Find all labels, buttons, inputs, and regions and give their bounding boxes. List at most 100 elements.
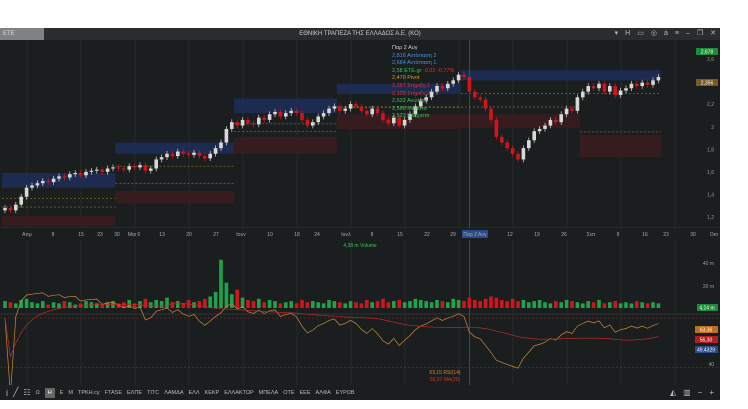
toolbar-symbol[interactable]: Μ (68, 390, 73, 396)
candle-body (321, 113, 326, 117)
candle-body (95, 169, 99, 171)
zoom-out-icon[interactable]: − (698, 388, 703, 397)
volume-bar (176, 301, 180, 308)
rsi-label: 63,15 RSI(14) (429, 370, 460, 376)
candle-body (365, 110, 369, 115)
x-tick: 15 (78, 232, 84, 238)
candle-body (111, 167, 115, 169)
volume-bar (559, 302, 563, 308)
x-tick: 9 (617, 232, 620, 238)
volume-bar (645, 303, 650, 308)
chart-canvas[interactable]: 2,62,42,221,81,61,41,22,6782,356Απρ81523… (0, 40, 720, 385)
volume-bar (618, 303, 623, 308)
volume-bar (311, 301, 315, 308)
legend-text: 2,257 Στήριξη 1 (392, 82, 431, 89)
toolbar-symbol[interactable]: Ε (60, 390, 64, 396)
dropdown-icon[interactable]: ▾ (615, 28, 619, 40)
volume-bar (651, 302, 655, 308)
candle-body (467, 76, 472, 92)
minimize-icon[interactable]: – (686, 28, 690, 40)
tablet-icon[interactable]: ▭ (637, 28, 644, 40)
toolbar-symbol[interactable]: ΕΛΛΑΚΤΩΡ (224, 390, 253, 396)
lock-icon[interactable]: ȧ (664, 28, 668, 40)
candle-body (554, 119, 558, 123)
toolbar-symbol[interactable]: ΕΥΡΩΒ (336, 390, 355, 396)
menu-icon[interactable]: ≡ (675, 28, 679, 40)
legend-text: 2,470 Pivot (392, 75, 420, 82)
candle-body (640, 82, 644, 86)
volume-bar (494, 297, 499, 308)
volume-bar (235, 289, 239, 308)
toolbar-symbol[interactable]: ΛΑΜΔΑ (164, 390, 183, 396)
rsi-ma-line (4, 302, 659, 358)
volume-bar (224, 282, 229, 308)
toolbar-symbol[interactable]: ΤΙΤC (147, 390, 159, 396)
info-icon[interactable]: i (6, 388, 8, 398)
bar-chart-icon[interactable]: ▥ (683, 388, 691, 397)
draw-line-icon[interactable]: ╱ (13, 387, 18, 398)
candle-body (230, 122, 234, 129)
volume-bar (548, 303, 553, 308)
candle-body (289, 110, 293, 114)
toolbar-symbol[interactable]: ΑΛΦΑ (316, 390, 331, 396)
legend-date: Παρ 2 Αυγ (392, 45, 418, 51)
candle-body (192, 152, 196, 155)
toolbar-symbol[interactable]: ΤΡΚΗ.cy (78, 390, 100, 396)
toolbar-symbol[interactable]: Η (44, 387, 55, 398)
x-tick: 29 (450, 232, 456, 238)
candle-body (597, 83, 601, 89)
candle-body (251, 123, 256, 125)
x-tick: Σεπ (587, 232, 596, 238)
price-tick: 2,2 (707, 102, 714, 108)
candle-body (284, 113, 288, 117)
candle-body (219, 142, 223, 149)
toolbar-symbol[interactable]: ΟΤΕ (283, 390, 294, 396)
badge-icon[interactable]: ◎ (651, 28, 657, 40)
volume-bar (30, 302, 34, 308)
candle-body (186, 153, 191, 155)
volume-bar (3, 301, 7, 308)
candle-body (35, 183, 40, 186)
close-icon[interactable]: ✕ (710, 28, 716, 40)
toolbar-symbol[interactable]: Ω (36, 390, 40, 396)
volume-bar (440, 301, 445, 308)
x-tick: 27 (213, 232, 219, 238)
toolbar-symbol[interactable]: FTASE (105, 390, 122, 396)
volume-bar (159, 301, 164, 308)
candle-body (521, 148, 526, 160)
volume-bar (505, 301, 509, 308)
candle-body (527, 140, 531, 149)
toolbar-symbol[interactable]: ΕΕΕ (300, 390, 311, 396)
legend-line: 2,257 Στήριξη 1 (392, 83, 454, 91)
candle-body (78, 173, 83, 176)
zoom-in-icon[interactable]: + (709, 388, 714, 397)
candle-body (224, 128, 229, 143)
candle-body (570, 108, 574, 111)
x-tick: 23 (663, 232, 669, 238)
candle-body (278, 111, 283, 117)
volume-bar (532, 301, 536, 308)
volume-bar (554, 301, 558, 308)
candle-body (591, 86, 596, 89)
volume-bar (516, 301, 520, 308)
candle-body (386, 119, 391, 124)
x-tick: Μαι 6 (128, 232, 141, 238)
restore-icon[interactable]: ❐ (697, 28, 703, 40)
x-tick: 30 (114, 232, 120, 238)
x-tick: 8 (52, 232, 55, 238)
volume-bar (100, 304, 104, 308)
legend: Παρ 2 Αυγ 2,816 Αντίσταση 2 2,684 Αντίστα… (392, 45, 454, 121)
area-chart-icon[interactable]: ◭ (670, 388, 676, 397)
candle-body (338, 106, 342, 111)
candle-body (543, 125, 547, 129)
rsi-tag-label: 63,36 (700, 328, 713, 334)
toolbar-symbol[interactable]: ΚΕΚΡ (205, 390, 220, 396)
symbol-tab[interactable]: ETE (0, 28, 44, 40)
volume-bar (35, 303, 40, 308)
toolbar-symbol[interactable]: ΕΛΠΕ (127, 390, 142, 396)
candle-body (359, 106, 364, 111)
toolbar-symbol[interactable]: ΜΠΕΛΑ (259, 390, 279, 396)
toolbar-symbol[interactable]: ΕΛΛ (189, 390, 200, 396)
h-icon[interactable]: H (625, 28, 630, 40)
grid-icon[interactable]: ☷ (23, 388, 30, 397)
